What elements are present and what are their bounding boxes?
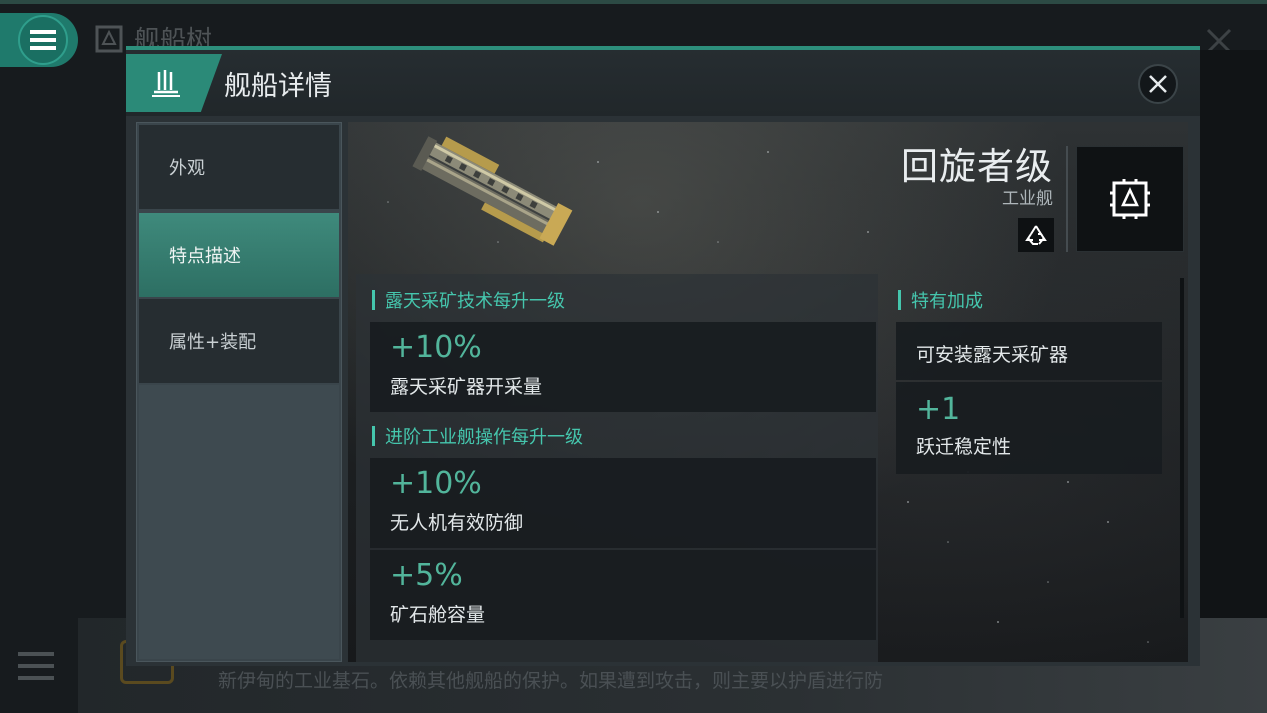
ship-name: 回旋者级 bbox=[901, 145, 1053, 188]
background-right-strip bbox=[1200, 50, 1267, 713]
tab-appearance-label: 外观 bbox=[169, 158, 205, 179]
section-1-title: 露天采矿技术每升一级 bbox=[385, 291, 565, 312]
modal-header: 舰船详情 bbox=[126, 50, 1200, 116]
bonus-description: 矿石舱容量 bbox=[390, 604, 486, 626]
bonus-value: +10% bbox=[390, 466, 482, 501]
section-heading-2: 进阶工业舰操作每升一级 bbox=[372, 423, 583, 449]
bonus-card: +10% 无人机有效防御 bbox=[370, 458, 876, 548]
tab-attributes-label: 属性+装配 bbox=[169, 332, 257, 353]
modal-close-button[interactable] bbox=[1138, 64, 1178, 104]
tab-features-label: 特点描述 bbox=[169, 246, 241, 267]
unique-bonus-description: 跃迁稳定性 bbox=[916, 436, 1012, 458]
recycle-icon bbox=[1025, 225, 1047, 245]
list-menu-icon[interactable] bbox=[16, 648, 56, 684]
unique-bonus-description: 可安装露天采矿器 bbox=[916, 344, 1069, 366]
ship-class-badge bbox=[1076, 146, 1184, 252]
modal-title: 舰船详情 bbox=[224, 71, 332, 102]
industrial-class-icon bbox=[1110, 179, 1150, 219]
feature-content: 回旋者级 工业舰 露天采矿技术每升一级 +10% 露天采矿器开采量 进阶工业舰操… bbox=[348, 122, 1188, 662]
ship-details-modal: 舰船详情 外观 特点描述 属性+装配 回旋者级 工业舰 露天采矿技术每升一级 +… bbox=[126, 46, 1200, 666]
section-marker bbox=[898, 290, 901, 310]
main-menu-button[interactable] bbox=[0, 13, 78, 67]
tab-attributes-fitting[interactable]: 属性+装配 bbox=[139, 299, 339, 383]
unique-bonus-value: +1 bbox=[916, 392, 961, 427]
bonus-value: +10% bbox=[390, 330, 482, 365]
background-description-text: 新伊甸的工业基石。依赖其他舰船的保护。如果遭到攻击，则主要以护盾进行防 bbox=[218, 670, 884, 692]
bonus-value: +5% bbox=[390, 558, 463, 593]
bonus-card: +10% 露天采矿器开采量 bbox=[370, 322, 876, 412]
modal-header-tab bbox=[126, 54, 222, 112]
bonus-description: 露天采矿器开采量 bbox=[390, 376, 543, 398]
detail-tabs-nav: 外观 特点描述 属性+装配 bbox=[136, 122, 342, 662]
ship-tree-icon bbox=[152, 70, 180, 97]
tab-appearance[interactable]: 外观 bbox=[139, 125, 339, 209]
section-marker bbox=[372, 290, 375, 310]
unique-bonus-title: 特有加成 bbox=[911, 291, 983, 312]
top-accent-line bbox=[0, 0, 1267, 4]
section-heading-1: 露天采矿技术每升一级 bbox=[372, 287, 565, 313]
unique-bonus-card: 可安装露天采矿器 bbox=[896, 322, 1162, 380]
recycle-button[interactable] bbox=[1018, 218, 1054, 252]
ship-class: 工业舰 bbox=[1002, 189, 1053, 209]
nav-empty-area bbox=[139, 385, 339, 659]
game-screen: 舰船树 新伊甸的工业基石。依赖其他舰船的保护。如果遭到攻击，则主要以护盾进行防 … bbox=[0, 0, 1267, 713]
section-2-title: 进阶工业舰操作每升一级 bbox=[385, 427, 583, 448]
ship-model-image bbox=[412, 136, 573, 246]
unique-bonus-card: +1 跃迁稳定性 bbox=[896, 382, 1162, 474]
bonus-card: +5% 矿石舱容量 bbox=[370, 550, 876, 640]
tab-features[interactable]: 特点描述 bbox=[139, 213, 339, 297]
menu-icon bbox=[18, 15, 68, 65]
bonus-description: 无人机有效防御 bbox=[390, 512, 524, 534]
content-scrollbar[interactable] bbox=[1180, 278, 1184, 618]
close-icon bbox=[1149, 75, 1167, 93]
header-divider bbox=[1066, 146, 1068, 252]
section-marker bbox=[372, 426, 375, 446]
unique-bonus-heading: 特有加成 bbox=[898, 287, 983, 313]
ship-tree-emblem-icon bbox=[95, 25, 123, 52]
